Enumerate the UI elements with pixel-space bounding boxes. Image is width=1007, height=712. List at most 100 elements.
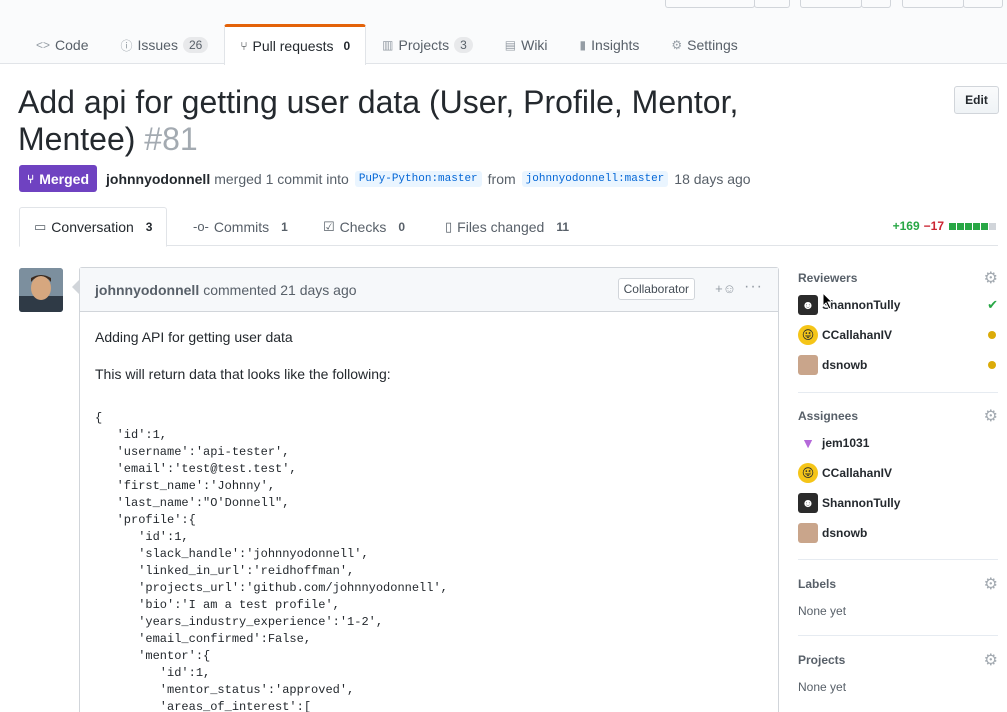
tab-settings[interactable]: ⚙ Settings xyxy=(655,24,753,65)
files-changed-count: 11 xyxy=(556,219,570,234)
pr-meta: ⑂ Merged johnnyodonnell merged 1 commit i… xyxy=(19,165,751,192)
pr-author-link[interactable]: johnnyodonnell xyxy=(106,171,210,187)
assignees-section: Assignees ⚙ ▼ jem1031 😜 CCallahanIV ☻ Sh… xyxy=(798,393,998,560)
comment-author[interactable]: johnnyodonnell xyxy=(95,282,199,298)
status-badge: ⑂ Merged xyxy=(19,165,97,192)
comment-icon: ▭ xyxy=(34,219,47,234)
merge-time: 18 days ago xyxy=(674,170,751,187)
breadcrumb-fragment xyxy=(20,0,300,6)
diffstat-block xyxy=(957,223,964,230)
pr-number: #81 xyxy=(144,121,198,157)
graph-icon: ▮ xyxy=(579,38,587,52)
comment-header: johnnyodonnell commented 21 days ago Col… xyxy=(80,268,778,312)
fork-button[interactable] xyxy=(902,0,964,8)
page-title: Add api for getting user data (User, Pro… xyxy=(18,84,818,158)
gear-icon: ⚙ xyxy=(671,38,683,52)
comment-paragraph: This will return data that looks like th… xyxy=(95,366,391,382)
diffstat-blocks xyxy=(948,219,996,233)
assignees-gear-icon[interactable]: ⚙ xyxy=(984,406,998,426)
diffstat: +169 −17 xyxy=(893,219,996,233)
avatar xyxy=(798,355,818,375)
projects-count: 3 xyxy=(454,37,473,53)
pending-dot-icon xyxy=(988,361,996,369)
assignees-heading[interactable]: Assignees xyxy=(798,406,998,426)
tab-wiki[interactable]: ▤ Wiki xyxy=(489,24,564,65)
projects-value: None yet xyxy=(798,680,847,694)
avatar: 😜 xyxy=(798,463,818,483)
projects-gear-icon[interactable]: ⚙ xyxy=(984,650,998,670)
additions-count: +169 xyxy=(892,219,920,233)
avatar: ☻ xyxy=(798,493,818,513)
star-count[interactable] xyxy=(861,0,891,8)
checklist-icon: ☑ xyxy=(323,218,335,234)
avatar: 😜 xyxy=(798,325,818,345)
projects-heading[interactable]: Projects xyxy=(798,650,998,670)
assignee-item[interactable]: 😜 CCallahanIV xyxy=(798,458,998,488)
reviewers-heading[interactable]: Reviewers xyxy=(798,268,998,288)
reviewers-gear-icon[interactable]: ⚙ xyxy=(984,268,998,288)
fork-count[interactable] xyxy=(963,0,1003,8)
tab-insights[interactable]: ▮ Insights xyxy=(564,24,656,65)
tab-commits[interactable]: -o- Commits 1 xyxy=(193,207,288,246)
merge-icon: ⑂ xyxy=(27,171,35,186)
assignee-item[interactable]: ☻ ShannonTully xyxy=(798,488,998,518)
pull-request-icon: ⑂ xyxy=(240,39,248,53)
deletions-count: −17 xyxy=(923,219,944,233)
sidebar: Reviewers ⚙ ☻ ShannonTully ✔ 😜 CCallahan… xyxy=(798,268,998,697)
comment-paragraph: Adding API for getting user data xyxy=(95,329,293,345)
head-branch[interactable]: johnnyodonnell:master xyxy=(521,170,669,187)
pull-requests-count: 0 xyxy=(343,39,351,53)
pr-tabs: ▭ Conversation 3 -o- Commits 1 ☑ Checks 0 ▯ Fil… xyxy=(19,207,998,247)
tab-projects[interactable]: ▥ Projects 3 xyxy=(366,24,489,65)
projects-section: Projects ⚙ None yet xyxy=(798,636,998,697)
tab-code[interactable]: <> Code xyxy=(20,24,104,65)
diffstat-block xyxy=(949,223,956,230)
issue-icon: ⓘ xyxy=(120,38,133,53)
tab-pull-requests[interactable]: ⑂ Pull requests 0 xyxy=(224,24,367,65)
avatar[interactable] xyxy=(19,268,63,312)
add-reaction-icon[interactable]: +☺ xyxy=(715,281,736,296)
from-text: from xyxy=(487,170,516,187)
star-button[interactable] xyxy=(800,0,862,8)
tab-files-changed[interactable]: ▯ Files changed 11 xyxy=(445,207,569,246)
tab-issues[interactable]: ⓘ Issues 26 xyxy=(104,24,224,65)
pr-title-text: Add api for getting user data (User, Pro… xyxy=(18,84,739,157)
merge-text: merged 1 commit into xyxy=(214,170,349,187)
assignee-item[interactable]: ▼ jem1031 xyxy=(798,428,998,458)
comment-body: Adding API for getting user data This wi… xyxy=(80,312,778,712)
edit-button[interactable]: Edit xyxy=(954,86,999,114)
watch-count[interactable] xyxy=(754,0,790,8)
commit-icon: -o- xyxy=(193,219,209,234)
project-icon: ▥ xyxy=(382,38,394,52)
watch-button[interactable] xyxy=(665,0,755,8)
labels-heading[interactable]: Labels xyxy=(798,574,998,594)
diffstat-block xyxy=(989,223,996,230)
conversation-count: 3 xyxy=(145,220,153,234)
avatar: ▼ xyxy=(798,433,818,453)
author-avatar-image xyxy=(19,268,63,312)
diffstat-block xyxy=(973,223,980,230)
repo-header: <> Code ⓘ Issues 26 ⑂ Pull requests 0 ▥ Projec… xyxy=(0,0,1007,65)
avatar: ☻ xyxy=(798,295,818,315)
approved-check-icon: ✔ xyxy=(987,297,998,312)
code-block: { 'id':1, 'username':'api-tester', 'emai… xyxy=(95,411,448,712)
labels-gear-icon[interactable]: ⚙ xyxy=(984,574,998,594)
file-diff-icon: ▯ xyxy=(445,218,453,234)
mouse-cursor-icon xyxy=(822,292,834,310)
more-options-icon[interactable]: ··· xyxy=(744,278,763,296)
reviewer-item[interactable]: 😜 CCallahanIV xyxy=(798,320,998,350)
reviewer-item[interactable]: dsnowb xyxy=(798,350,998,380)
base-branch[interactable]: PuPy-Python:master xyxy=(354,170,482,187)
pending-dot-icon xyxy=(988,331,996,339)
comment-timestamp[interactable]: commented 21 days ago xyxy=(203,282,356,298)
role-badge: Collaborator xyxy=(617,278,695,300)
commits-count: 1 xyxy=(281,219,288,234)
assignee-item[interactable]: dsnowb xyxy=(798,518,998,548)
tab-checks[interactable]: ☑ Checks 0 xyxy=(323,207,405,246)
diffstat-block xyxy=(965,223,972,230)
checks-count: 0 xyxy=(398,219,406,234)
labels-section: Labels ⚙ None yet xyxy=(798,560,998,636)
diffstat-block xyxy=(981,223,988,230)
tab-conversation[interactable]: ▭ Conversation 3 xyxy=(19,207,168,247)
reviewers-section: Reviewers ⚙ ☻ ShannonTully ✔ 😜 CCallahan… xyxy=(798,268,998,393)
